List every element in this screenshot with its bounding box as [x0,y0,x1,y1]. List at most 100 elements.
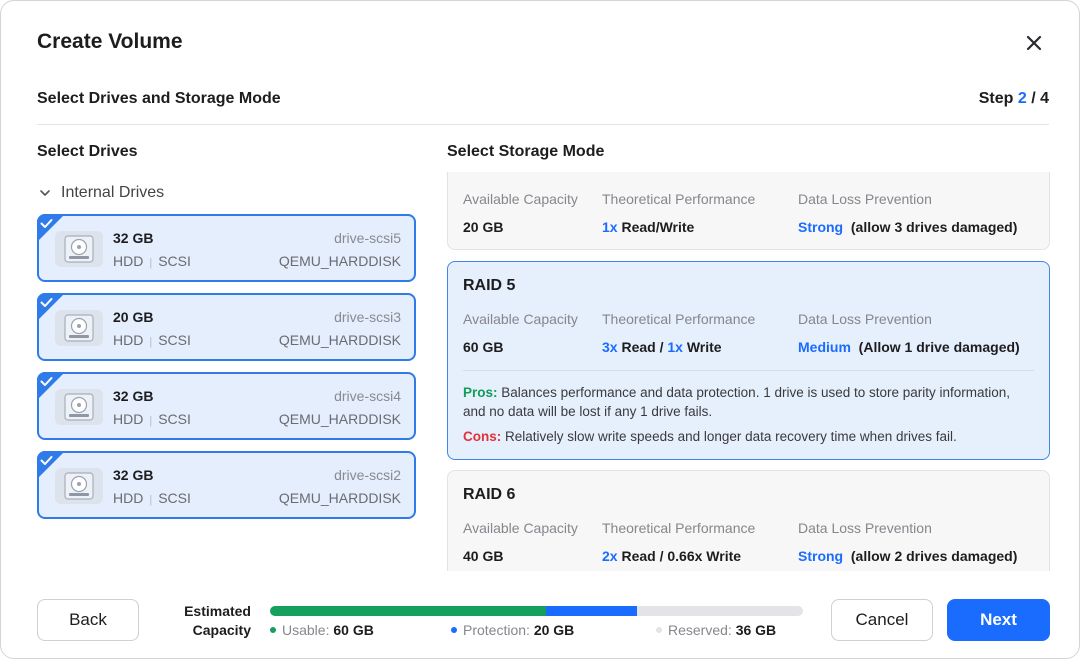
usable-dot [270,627,276,634]
dialog-subtitle: Select Drives and Storage Mode [37,90,281,107]
cons-note: Cons: Relatively slow write speeds and l… [463,427,1019,446]
read-text: Read / 0.66x Write [621,548,742,564]
close-icon [1026,35,1042,51]
step-separator: / [1031,90,1036,107]
write-text: Write [686,339,722,355]
hard-disk-icon [55,231,103,267]
protection-header: Data Loss Prevention [798,191,932,207]
reserved-value: 36 GB [735,622,777,638]
protection-note: (allow 2 drives damaged) [850,548,1018,564]
performance-value: 3x Read / 1x Write [602,339,722,355]
reserved-label: Reserved: [668,622,732,638]
drive-model: QEMU_HARDDISK [278,411,401,427]
select-storage-mode-title: Select Storage Mode [447,143,605,160]
performance-header: Theoretical Performance [602,520,756,536]
protection-level: Strong [798,219,844,235]
drive-type: HDD | SCSI [113,253,191,269]
capacity-header: Available Capacity [463,311,578,327]
drive-kind: HDD [113,332,144,348]
header-divider [37,124,1049,125]
drive-size: 32 GB [113,467,154,483]
storage-mode-card-raid5[interactable]: RAID 5 Available Capacity Theoretical Pe… [447,261,1050,460]
storage-mode-list[interactable]: Available Capacity Theoretical Performan… [447,172,1051,571]
storage-mode-card[interactable]: Available Capacity Theoretical Performan… [447,172,1050,250]
protection-header: Data Loss Prevention [798,520,932,536]
drive-model: QEMU_HARDDISK [278,490,401,506]
separator: | [149,415,153,427]
create-volume-dialog: Create Volume Select Drives and Storage … [0,0,1080,659]
capacity-value: 40 GB [463,548,504,564]
drive-id: drive-scsi5 [334,230,401,246]
separator: | [149,257,153,269]
protection-value: Strong (allow 3 drives damaged) [798,219,1017,235]
reserved-dot [656,627,662,634]
read-multiplier: 1x [602,219,618,235]
protection-dot [451,627,457,634]
chevron-down-icon [40,190,50,196]
drive-model: QEMU_HARDDISK [278,332,401,348]
performance-header: Theoretical Performance [602,311,756,327]
back-button[interactable]: Back [37,599,139,641]
hard-disk-icon [55,389,103,425]
performance-value: 2x Read / 0.66x Write [602,548,741,564]
pros-label: Pros: [463,385,498,400]
pros-note: Pros: Balances performance and data prot… [463,383,1019,421]
drive-card[interactable]: 32 GB HDD | SCSI drive-scsi2 QEMU_HARDDISK [37,451,416,519]
drive-type: HDD | SCSI [113,490,191,506]
capacity-header: Available Capacity [463,520,578,536]
next-button[interactable]: Next [947,599,1050,641]
separator: | [149,494,153,506]
drive-card[interactable]: 32 GB HDD | SCSI drive-scsi5 QEMU_HARDDISK [37,214,416,282]
protection-note: (Allow 1 drive damaged) [858,339,1020,355]
drive-size: 32 GB [113,230,154,246]
cons-text: Relatively slow write speeds and longer … [505,429,957,444]
dialog-title: Create Volume [37,30,183,53]
pros-text: Balances performance and data protection… [463,385,1011,419]
capacity-bar-usable [270,606,546,616]
step-total: 4 [1040,90,1049,107]
read-text: Read / [621,339,664,355]
close-button[interactable] [1020,29,1048,57]
protection-label: Protection: [463,622,530,638]
cons-label: Cons: [463,429,502,444]
protection-value: 20 GB [533,622,575,638]
internal-drives-group[interactable]: Internal Drives [39,184,164,202]
usable-label: Usable: [282,622,330,638]
drive-card[interactable]: 32 GB HDD | SCSI drive-scsi4 QEMU_HARDDISK [37,372,416,440]
step-current: 2 [1017,90,1027,107]
capacity-header: Available Capacity [463,191,578,207]
legend-reserved: Reserved: 36 GB [656,622,776,638]
separator: | [149,336,153,348]
drive-bus: SCSI [158,411,191,427]
step-indicator: Step 2 / 4 [979,90,1049,108]
mode-name: RAID 5 [463,277,516,294]
cancel-button[interactable]: Cancel [831,599,933,641]
hard-disk-icon [55,468,103,504]
drive-kind: HDD [113,411,144,427]
drive-id: drive-scsi2 [334,467,401,483]
storage-mode-card-raid6[interactable]: RAID 6 Available Capacity Theoretical Pe… [447,470,1050,571]
read-multiplier: 3x [602,339,618,355]
drive-card[interactable]: 20 GB HDD | SCSI drive-scsi3 QEMU_HARDDISK [37,293,416,361]
capacity-bar-protection [545,606,638,616]
drive-id: drive-scsi4 [334,388,401,404]
estimated-capacity-label: Estimated Capacity [151,602,251,640]
protection-level: Strong [798,548,844,564]
capacity-value: 20 GB [463,219,504,235]
read-multiplier: 2x [602,548,618,564]
write-multiplier: 1x [667,339,683,355]
protection-value: Medium (Allow 1 drive damaged) [798,339,1020,355]
internal-drives-label: Internal Drives [61,184,165,201]
performance-value: 1x Read/Write [602,219,694,235]
drive-size: 20 GB [113,309,154,325]
read-text: Read/Write [621,219,695,235]
estimated-label-line2: Capacity [192,622,251,638]
drive-type: HDD | SCSI [113,411,191,427]
drive-bus: SCSI [158,332,191,348]
drive-kind: HDD [113,253,144,269]
capacity-bar [270,606,803,616]
mode-name: RAID 6 [463,486,516,503]
drive-size: 32 GB [113,388,154,404]
protection-header: Data Loss Prevention [798,311,932,327]
usable-value: 60 GB [333,622,374,638]
